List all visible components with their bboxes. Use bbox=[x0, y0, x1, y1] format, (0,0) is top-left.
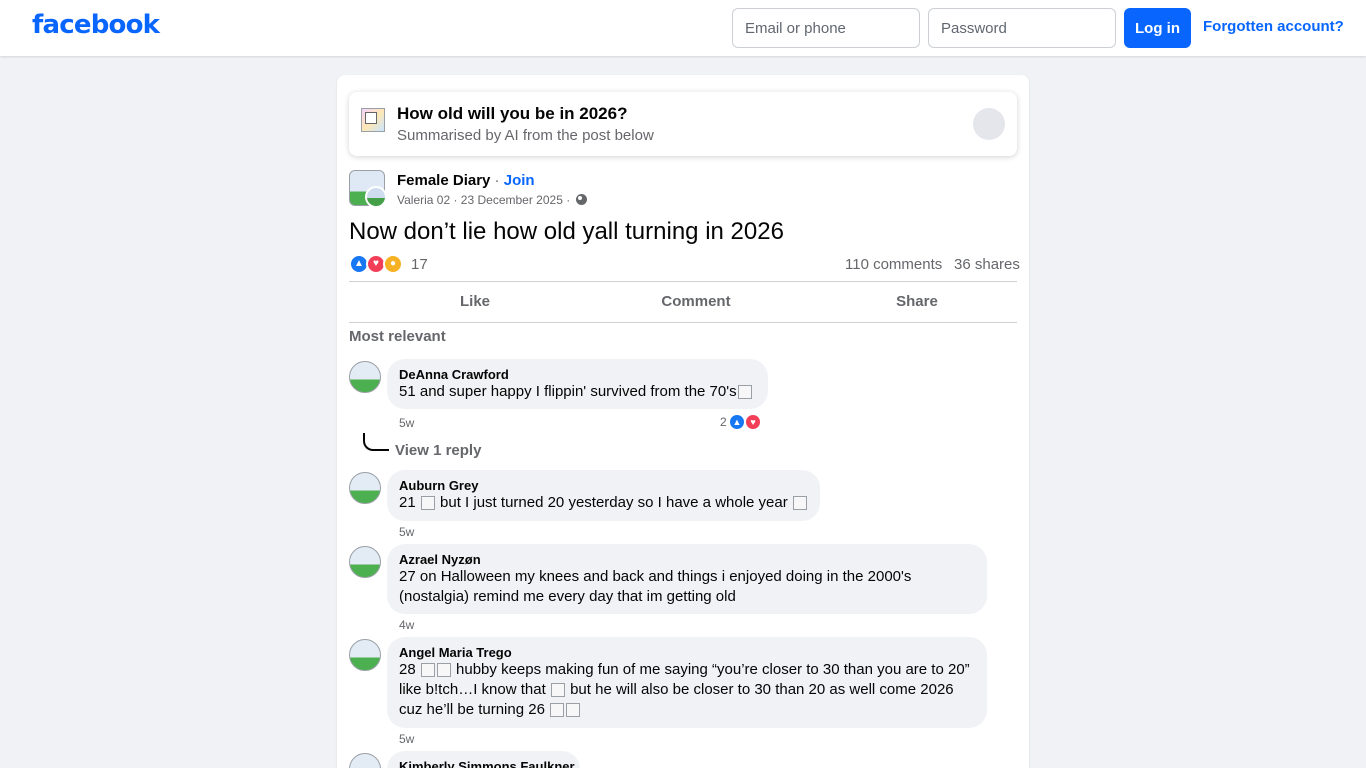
divider bbox=[349, 281, 1017, 282]
comment-text-part: 28 bbox=[399, 661, 416, 678]
comment-bubble: Angel Maria Trego 28 hubby keeps making … bbox=[387, 637, 987, 728]
post-author-date[interactable]: Valeria 02 · 23 December 2025 · bbox=[397, 193, 574, 207]
comment-sort-dropdown[interactable]: Most relevant bbox=[349, 328, 446, 345]
group-avatar[interactable] bbox=[349, 170, 387, 208]
login-button[interactable]: Log in bbox=[1124, 8, 1191, 48]
ai-summary-card[interactable]: How old will you be in 2026? Summarised … bbox=[349, 92, 1017, 156]
commenter-name[interactable]: Kimberly Simmons Faulkner bbox=[399, 759, 575, 768]
commenter-avatar[interactable] bbox=[349, 472, 381, 504]
author-avatar[interactable] bbox=[365, 186, 387, 208]
comment-text: 21 but I just turned 20 yesterday so I h… bbox=[399, 493, 808, 513]
view-replies-link[interactable]: View 1 reply bbox=[395, 442, 481, 459]
comment-text-part: 21 bbox=[399, 494, 416, 511]
commenter-avatar[interactable] bbox=[349, 361, 381, 393]
shares-count[interactable]: 36 shares bbox=[954, 256, 1020, 273]
commenter-avatar[interactable] bbox=[349, 546, 381, 578]
emoji-image-icon bbox=[420, 663, 435, 677]
summary-action-button[interactable] bbox=[973, 108, 1005, 140]
commenter-name[interactable]: DeAnna Crawford bbox=[399, 367, 756, 382]
comment-text: 28 hubby keeps making fun of me saying “… bbox=[399, 660, 975, 720]
emoji-image-icon bbox=[566, 703, 581, 717]
reaction-count: 17 bbox=[411, 256, 428, 273]
comment-time[interactable]: 5w bbox=[399, 525, 414, 539]
emoji-image-icon bbox=[792, 496, 807, 510]
email-field[interactable] bbox=[732, 8, 920, 48]
emoji-image-icon bbox=[420, 496, 435, 510]
summary-subtitle: Summarised by AI from the post below bbox=[397, 127, 654, 144]
comment-text: 27 on Halloween my knees and back and th… bbox=[399, 568, 912, 605]
comment-text-part: 51 and super happy I flippin' survived f… bbox=[399, 383, 737, 400]
summary-image-icon bbox=[361, 108, 385, 132]
care-reaction-icon: ● bbox=[383, 254, 403, 274]
facebook-logo[interactable]: facebook bbox=[32, 10, 160, 40]
comment-time[interactable]: 5w bbox=[399, 732, 414, 746]
comment-bubble: Azrael Nyzøn 27 on Halloween my knees an… bbox=[387, 544, 987, 614]
separator: · bbox=[490, 172, 504, 189]
comments-count[interactable]: 110 comments bbox=[845, 256, 942, 273]
comment-text-part: but I just turned 20 yesterday so I have… bbox=[440, 494, 788, 511]
post-text: Now don’t lie how old yall turning in 20… bbox=[349, 218, 784, 245]
comment-time[interactable]: 5w bbox=[399, 416, 414, 430]
share-button[interactable]: Share bbox=[806, 293, 1028, 310]
emoji-image-icon bbox=[737, 385, 752, 399]
love-reaction-icon: ♥ bbox=[744, 413, 762, 431]
comment-reaction-count: 2 bbox=[720, 415, 727, 429]
post-meta: Valeria 02 · 23 December 2025 · bbox=[397, 193, 587, 207]
comment-text: 51 and super happy I flippin' survived f… bbox=[399, 382, 756, 402]
top-bar: facebook Log in Forgotten account? bbox=[0, 0, 1366, 56]
globe-icon bbox=[575, 194, 587, 205]
summary-title: How old will you be in 2026? bbox=[397, 104, 628, 123]
comment-button[interactable]: Comment bbox=[585, 293, 807, 310]
join-link[interactable]: Join bbox=[504, 172, 535, 189]
group-name[interactable]: Female Diary bbox=[397, 172, 490, 189]
commenter-name[interactable]: Azrael Nyzøn bbox=[399, 552, 975, 567]
post-header: Female Diary · Join bbox=[397, 172, 535, 189]
post-card: How old will you be in 2026? Summarised … bbox=[337, 75, 1029, 768]
comment-bubble: Auburn Grey 21 but I just turned 20 yest… bbox=[387, 470, 820, 521]
comment-time[interactable]: 4w bbox=[399, 618, 414, 632]
commenter-name[interactable]: Angel Maria Trego bbox=[399, 645, 975, 660]
reply-connector bbox=[363, 433, 389, 451]
emoji-image-icon bbox=[436, 663, 451, 677]
comment-bubble: Kimberly Simmons Faulkner bbox=[387, 751, 580, 768]
commenter-name[interactable]: Auburn Grey bbox=[399, 478, 808, 493]
commenter-avatar[interactable] bbox=[349, 753, 381, 768]
divider bbox=[349, 322, 1017, 323]
password-field[interactable] bbox=[928, 8, 1116, 48]
commenter-avatar[interactable] bbox=[349, 639, 381, 671]
like-button[interactable]: Like bbox=[364, 293, 586, 310]
emoji-image-icon bbox=[550, 703, 565, 717]
forgot-account-link[interactable]: Forgotten account? bbox=[1203, 18, 1344, 35]
emoji-image-icon bbox=[550, 683, 565, 697]
comment-bubble: DeAnna Crawford 51 and super happy I fli… bbox=[387, 359, 768, 409]
